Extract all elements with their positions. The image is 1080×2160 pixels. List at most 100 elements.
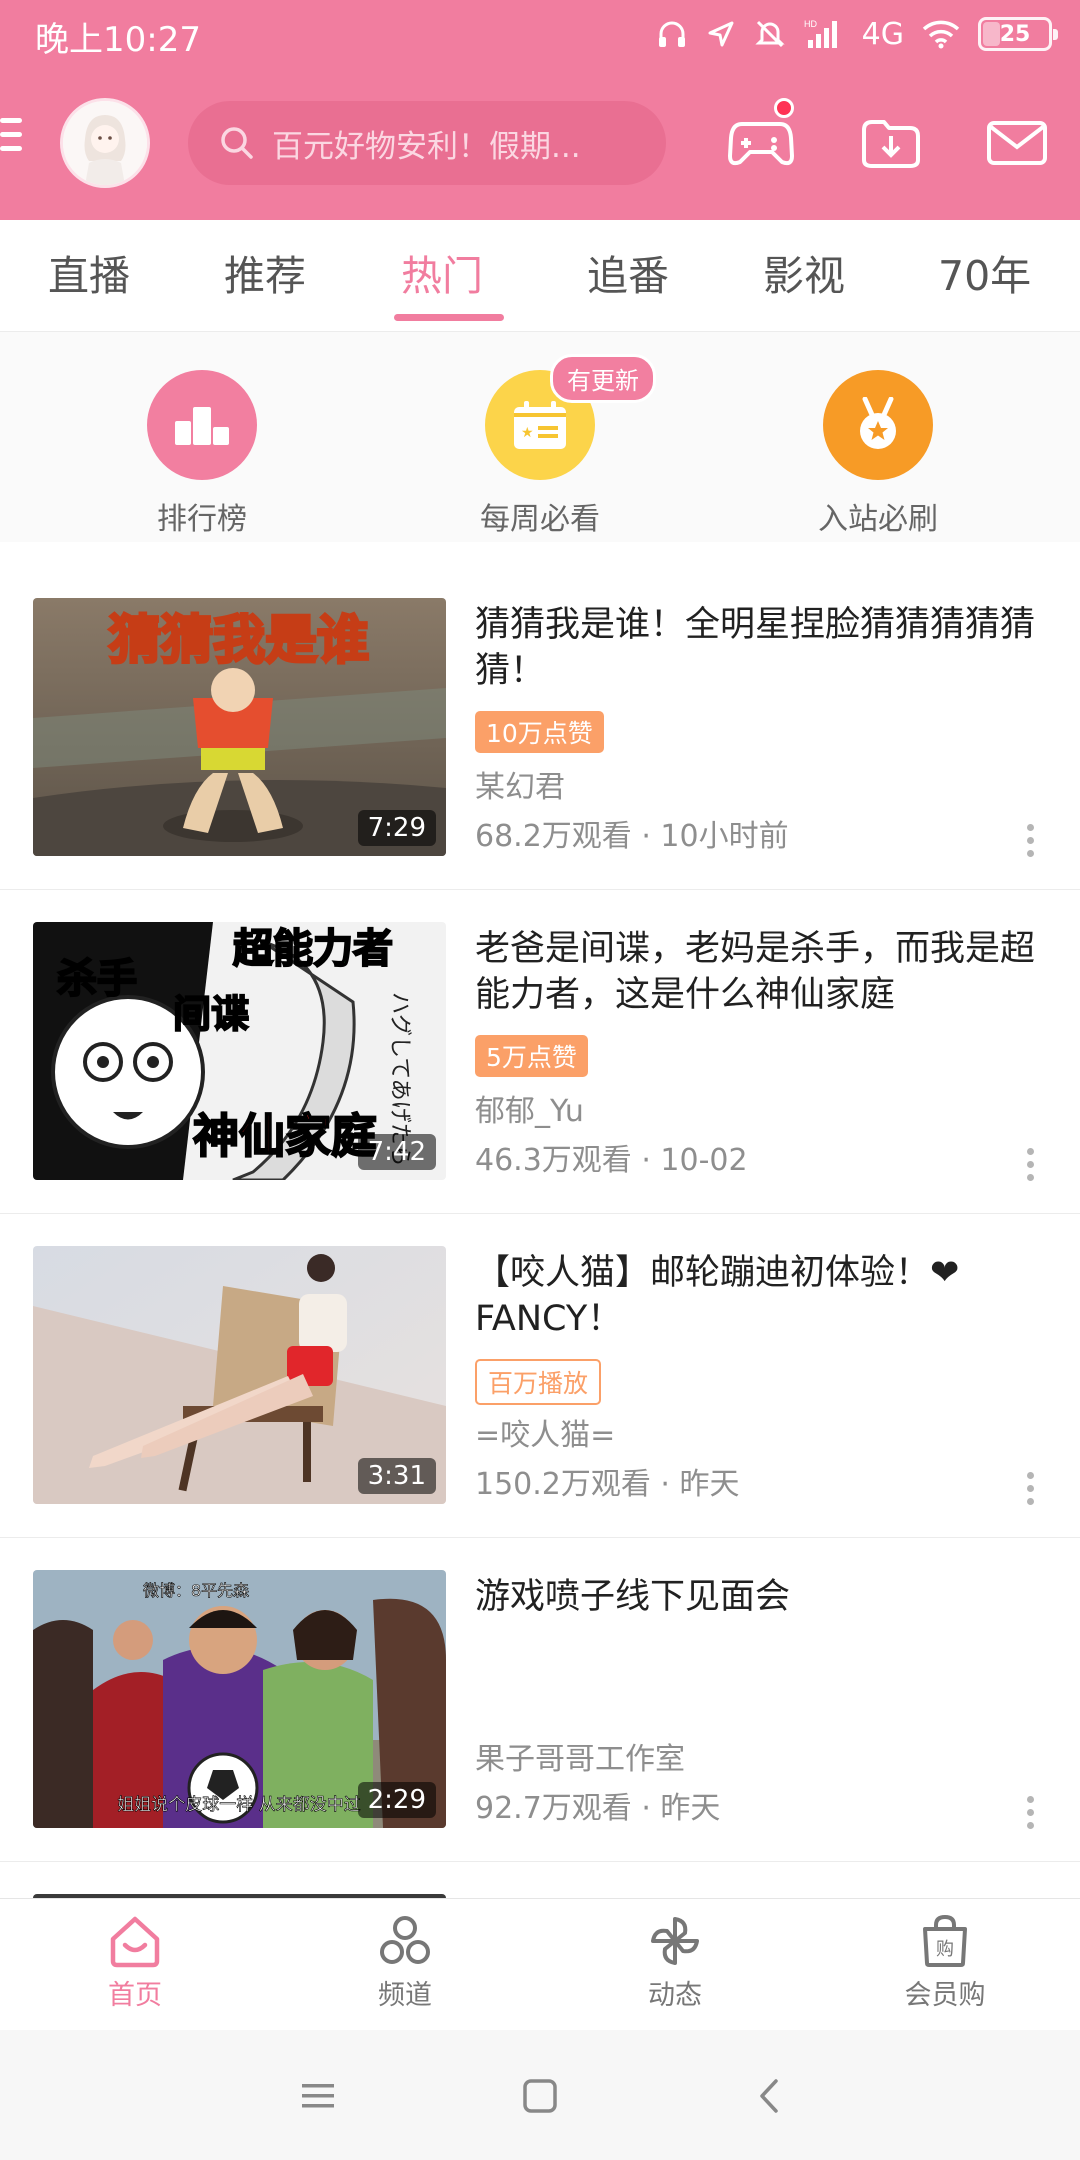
video-title[interactable]: 猜猜我是谁！全明星捏脸猜猜猜猜猜猜！ bbox=[475, 602, 1045, 694]
more-options-icon[interactable] bbox=[1027, 1796, 1035, 1836]
system-navigation-bar bbox=[0, 2030, 1080, 2160]
video-tag: 5万点赞 bbox=[475, 1035, 588, 1077]
wifi-icon bbox=[922, 20, 960, 49]
video-card[interactable]: ハグしてあげたら 杀手 超能力者 间谍 神仙家庭 7:42 老爸是间谍，老妈是杀… bbox=[0, 890, 1080, 1214]
newcomer-must-see-label: 入站必刷 bbox=[818, 502, 938, 537]
quick-entries: 排行榜 ★ 每周必看 有更新 入站必刷 bbox=[0, 332, 1080, 542]
video-author[interactable]: 某幻君 bbox=[475, 762, 565, 806]
tab-hot[interactable]: 热门 bbox=[401, 242, 483, 302]
location-icon bbox=[708, 21, 734, 47]
channel-icon bbox=[380, 1916, 430, 1964]
video-duration: 2:29 bbox=[357, 1782, 436, 1818]
thumbnail-watermark: 微博：8平先森 bbox=[143, 1581, 249, 1600]
category-tabs: 直播 推荐 热门 追番 影视 70年 bbox=[0, 220, 1080, 332]
thumbnail-text-spy: 间谍 bbox=[173, 992, 249, 1036]
thumbnail-caption: 姐姐说个皮球一样 从来都没中过 bbox=[117, 1795, 360, 1815]
svg-text:HD: HD bbox=[804, 19, 817, 29]
pinwheel-icon bbox=[651, 1917, 699, 1965]
game-icon bbox=[728, 122, 794, 166]
video-title[interactable]: 【咬人猫】邮轮蹦迪初体验！❤ FANCY！ bbox=[475, 1250, 1045, 1342]
thumbnail-text-killer: 杀手 bbox=[57, 956, 137, 1002]
nav-home[interactable]: 首页 bbox=[60, 1913, 210, 2012]
video-title[interactable]: 老爸是间谍，老妈是杀手，而我是超能力者，这是什么神仙家庭 bbox=[475, 926, 1045, 1018]
video-card[interactable]: 3:31 【咬人猫】邮轮蹦迪初体验！❤ FANCY！ 百万播放 =咬人猫= 15… bbox=[0, 1214, 1080, 1538]
video-card[interactable]: 微博：8平先森 姐姐说个皮球一样 从来都没中过 2:29 游戏喷子线下见面会 果… bbox=[0, 1538, 1080, 1862]
video-meta: 68.2万观看 · 10小时前 bbox=[475, 819, 789, 854]
video-meta: 150.2万观看 · 昨天 bbox=[475, 1467, 740, 1502]
tab-70-years[interactable]: 70年 bbox=[938, 242, 1031, 302]
mail-icon bbox=[987, 121, 1047, 165]
ranking-entry[interactable]: 排行榜 bbox=[102, 370, 302, 538]
tab-recommend[interactable]: 推荐 bbox=[224, 242, 306, 302]
mute-icon bbox=[755, 20, 785, 48]
nav-channel[interactable]: 频道 bbox=[330, 1913, 480, 2012]
status-icons: HD 4G 25 bbox=[656, 14, 1058, 54]
notification-dot bbox=[774, 98, 794, 118]
video-title[interactable]: 游戏喷子线下见面会 bbox=[475, 1574, 1045, 1620]
battery-level bbox=[983, 22, 1000, 46]
ranking-icon bbox=[147, 370, 257, 480]
nav-vip-shop[interactable]: 购 会员购 bbox=[870, 1913, 1020, 2012]
video-thumbnail[interactable]: ハグしてあげたら 杀手 超能力者 间谍 神仙家庭 7:42 bbox=[33, 922, 446, 1180]
video-card[interactable]: 猜猜我是谁 7:29 猜猜我是谁！全明星捏脸猜猜猜猜猜猜！ 10万点赞 某幻君 … bbox=[0, 566, 1080, 890]
video-duration: 7:29 bbox=[357, 810, 436, 846]
shopping-bag-icon: 购 bbox=[923, 1914, 967, 1967]
nav-channel-label: 频道 bbox=[378, 1980, 432, 2011]
search-icon bbox=[221, 127, 253, 159]
download-icon bbox=[862, 120, 920, 168]
video-duration: 7:42 bbox=[357, 1134, 436, 1170]
video-thumbnail[interactable]: 3:31 bbox=[33, 1246, 446, 1504]
recent-apps-icon[interactable] bbox=[300, 2078, 336, 2114]
newcomer-must-see-entry[interactable]: 入站必刷 bbox=[778, 370, 978, 538]
game-center-button[interactable] bbox=[726, 98, 796, 178]
svg-text:购: 购 bbox=[936, 1939, 954, 1960]
video-meta: 92.7万观看 · 昨天 bbox=[475, 1791, 721, 1826]
messages-button[interactable] bbox=[982, 108, 1052, 178]
more-options-icon[interactable] bbox=[1027, 824, 1035, 864]
video-tag: 10万点赞 bbox=[475, 711, 604, 753]
tab-live[interactable]: 直播 bbox=[48, 242, 130, 302]
svg-text:★: ★ bbox=[521, 425, 534, 441]
video-thumbnail[interactable]: 微博：8平先森 姐姐说个皮球一样 从来都没中过 2:29 bbox=[33, 1570, 446, 1828]
video-author[interactable]: 郁郁_Yu bbox=[475, 1086, 584, 1130]
battery-text: 25 bbox=[999, 21, 1031, 47]
app-header: 晚上10:27 HD 4G 25 百元好物安利！假期... bbox=[0, 0, 1080, 220]
more-options-icon[interactable] bbox=[1027, 1472, 1035, 1512]
video-card-partial[interactable] bbox=[0, 1862, 1080, 1902]
nav-home-label: 首页 bbox=[108, 1980, 162, 2011]
medal-icon bbox=[823, 370, 933, 480]
home-icon bbox=[110, 1916, 160, 1968]
thumbnail-text-esper: 超能力者 bbox=[233, 926, 393, 972]
video-tag: 百万播放 bbox=[475, 1359, 602, 1405]
thumbnail-title-text: 猜猜我是谁 bbox=[109, 611, 369, 671]
search-placeholder: 百元好物安利！假期... bbox=[272, 128, 581, 165]
battery-icon: 25 bbox=[978, 17, 1058, 51]
weekly-must-watch-label: 每周必看 bbox=[480, 502, 600, 537]
ranking-label: 排行榜 bbox=[157, 502, 247, 537]
video-author[interactable]: 果子哥哥工作室 bbox=[475, 1734, 685, 1778]
home-button-icon[interactable] bbox=[522, 2078, 558, 2114]
more-options-icon[interactable] bbox=[1027, 1148, 1035, 1188]
status-time: 晚上10:27 bbox=[35, 20, 201, 60]
menu-icon[interactable] bbox=[0, 118, 24, 158]
headphones-icon bbox=[658, 21, 685, 47]
signal-icon: HD bbox=[804, 19, 837, 48]
nav-dynamic-label: 动态 bbox=[648, 1980, 702, 2011]
avatar[interactable] bbox=[60, 98, 150, 188]
video-author[interactable]: =咬人猫= bbox=[475, 1410, 615, 1454]
tab-movies[interactable]: 影视 bbox=[763, 242, 845, 302]
video-meta: 46.3万观看 · 10-02 bbox=[475, 1143, 748, 1178]
tab-anime[interactable]: 追番 bbox=[587, 242, 669, 302]
back-icon[interactable] bbox=[752, 2078, 788, 2114]
nav-vip-shop-label: 会员购 bbox=[904, 1980, 986, 2011]
download-button[interactable] bbox=[856, 108, 926, 178]
update-badge: 有更新 bbox=[550, 354, 656, 403]
nav-dynamic[interactable]: 动态 bbox=[600, 1913, 750, 2012]
search-bar[interactable]: 百元好物安利！假期... bbox=[188, 101, 666, 185]
active-tab-indicator bbox=[394, 314, 504, 321]
thumbnail-text-family: 神仙家庭 bbox=[193, 1109, 377, 1163]
network-type: 4G bbox=[861, 16, 904, 52]
bottom-navigation: 首页 频道 动态 购 会员购 bbox=[0, 1898, 1080, 2030]
video-duration: 3:31 bbox=[357, 1458, 436, 1494]
video-thumbnail[interactable]: 猜猜我是谁 7:29 bbox=[33, 598, 446, 856]
